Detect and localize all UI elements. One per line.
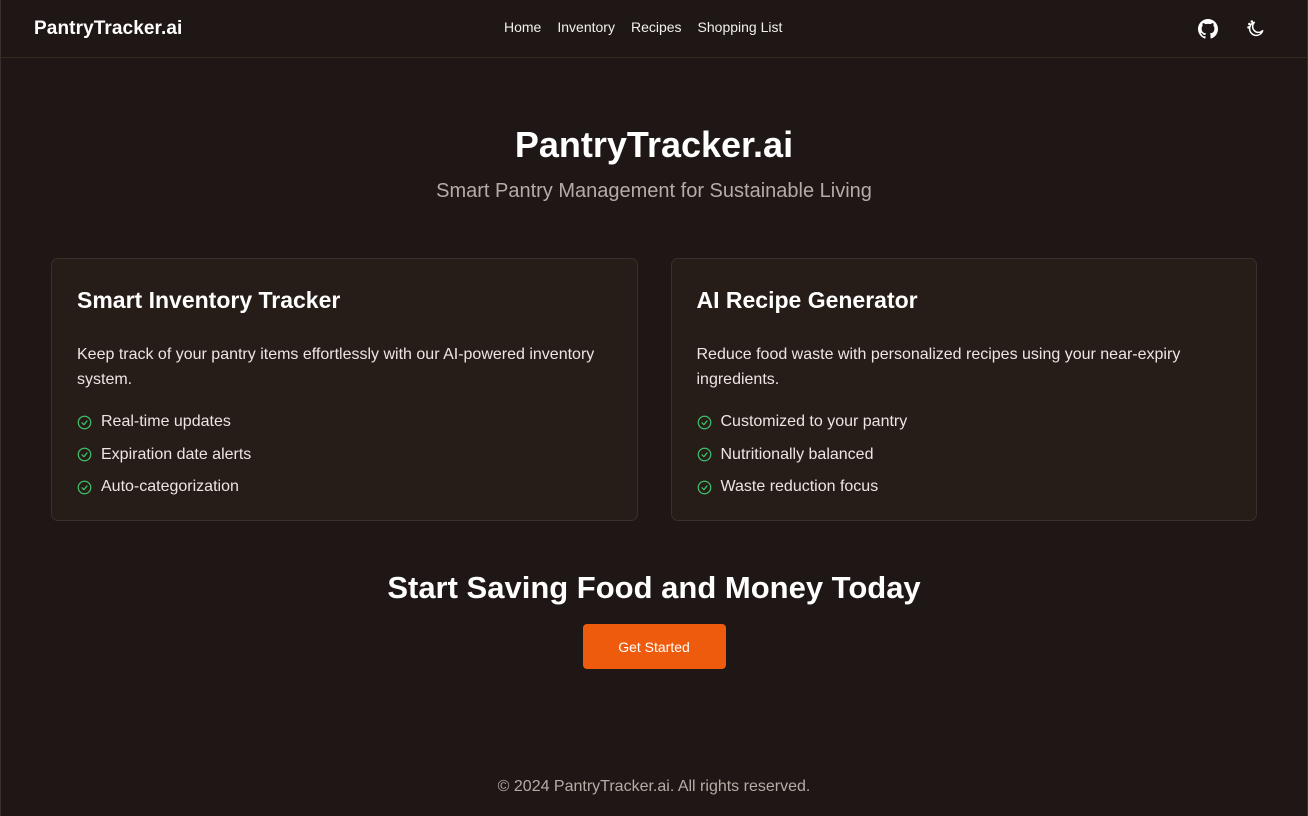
feature-label: Auto-categorization (101, 478, 239, 496)
card-title: Smart Inventory Tracker (77, 287, 341, 313)
feature-list: Real-time updates Expiration date alerts… (77, 406, 612, 504)
theme-toggle-icon[interactable] (1245, 18, 1267, 40)
cta-section: Start Saving Food and Money Today Get St… (1, 568, 1307, 669)
header-actions (1197, 18, 1267, 40)
copyright-text: © 2024 PantryTracker.ai. All rights rese… (497, 778, 811, 795)
nav-inventory[interactable]: Inventory (557, 19, 615, 35)
page: PantryTracker.ai Home Inventory Recipes … (0, 0, 1308, 816)
main-nav: Home Inventory Recipes Shopping List (504, 19, 782, 35)
feature-label: Expiration date alerts (101, 445, 252, 463)
feature-list: Customized to your pantry Nutritionally … (697, 406, 1232, 504)
feature-label: Real-time updates (101, 413, 231, 431)
footer: © 2024 PantryTracker.ai. All rights rese… (1, 778, 1307, 796)
card-title: AI Recipe Generator (696, 287, 918, 313)
list-item: Customized to your pantry (697, 406, 1232, 439)
card-recipe-generator: AI Recipe Generator Reduce food waste wi… (670, 258, 1257, 521)
hero-subtitle: Smart Pantry Management for Sustainable … (436, 180, 872, 202)
check-circle-icon (77, 480, 92, 495)
brand-logo[interactable]: PantryTracker.ai (34, 18, 182, 40)
feature-cards: Smart Inventory Tracker Keep track of yo… (51, 258, 1257, 521)
check-circle-icon (697, 480, 711, 495)
list-item: Auto-categorization (77, 471, 612, 504)
check-circle-icon (697, 447, 711, 462)
feature-label: Nutritionally balanced (720, 445, 874, 463)
hero-section: PantryTracker.ai Smart Pantry Management… (1, 58, 1307, 203)
nav-recipes[interactable]: Recipes (631, 19, 682, 35)
card-description: Keep track of your pantry items effortle… (77, 346, 595, 388)
list-item: Real-time updates (77, 406, 612, 439)
feature-label: Customized to your pantry (720, 413, 908, 431)
top-navbar: PantryTracker.ai Home Inventory Recipes … (1, 0, 1307, 58)
check-circle-icon (697, 415, 711, 430)
hero-title: PantryTracker.ai (514, 124, 794, 165)
get-started-button[interactable]: Get Started (582, 624, 726, 669)
nav-home[interactable]: Home (504, 19, 541, 35)
nav-shopping-list[interactable]: Shopping List (698, 19, 783, 35)
check-circle-icon (77, 447, 92, 462)
cta-title: Start Saving Food and Money Today (387, 570, 921, 605)
check-circle-icon (77, 415, 92, 430)
card-inventory-tracker: Smart Inventory Tracker Keep track of yo… (51, 258, 638, 521)
list-item: Expiration date alerts (77, 439, 612, 472)
list-item: Waste reduction focus (697, 471, 1232, 504)
card-description: Reduce food waste with personalized reci… (696, 346, 1181, 388)
github-icon[interactable] (1197, 18, 1219, 40)
feature-label: Waste reduction focus (720, 478, 879, 496)
list-item: Nutritionally balanced (697, 439, 1232, 472)
